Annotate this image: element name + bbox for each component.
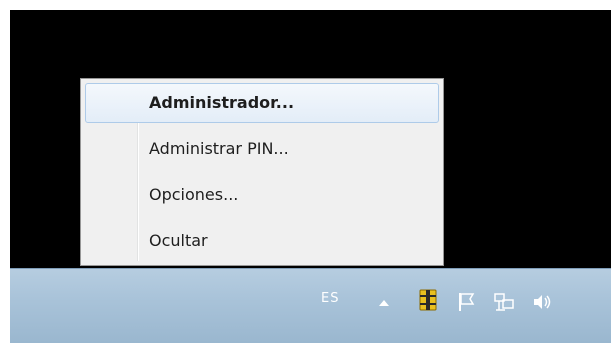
action-center-flag-icon[interactable] bbox=[455, 291, 477, 313]
menu-item-opciones[interactable]: Opciones... bbox=[85, 175, 439, 215]
language-indicator[interactable]: ES bbox=[321, 291, 339, 306]
volume-speaker-icon[interactable] bbox=[531, 291, 553, 313]
smart-card-chip-icon[interactable] bbox=[417, 289, 439, 311]
show-hidden-icons-arrow-icon[interactable] bbox=[373, 291, 395, 313]
tray-context-menu: Administrador... Administrar PIN... Opci… bbox=[80, 78, 444, 266]
network-icon[interactable] bbox=[493, 291, 515, 313]
menu-item-ocultar[interactable]: Ocultar bbox=[85, 221, 439, 261]
menu-item-administrar-pin[interactable]: Administrar PIN... bbox=[85, 129, 439, 169]
taskbar: ES bbox=[10, 268, 611, 343]
menu-item-administrador[interactable]: Administrador... bbox=[85, 83, 439, 123]
screen: Administrador... Administrar PIN... Opci… bbox=[0, 0, 611, 343]
